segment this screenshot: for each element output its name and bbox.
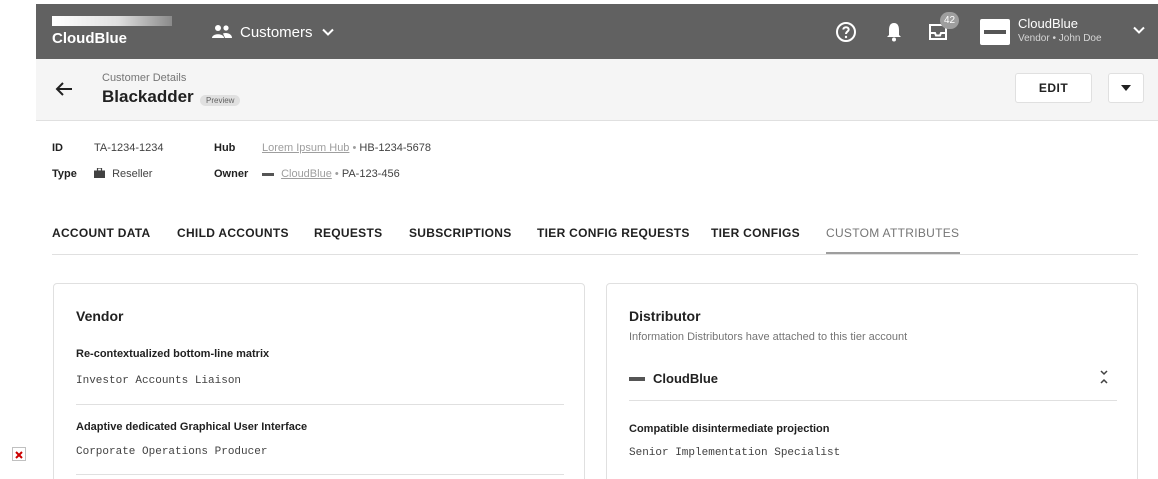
type-value-wrap: Reseller [94,167,153,180]
back-arrow-icon[interactable] [52,77,76,101]
divider [76,474,564,475]
distributor-row[interactable]: CloudBlue [629,368,1117,390]
tab-bar: ACCOUNT DATA CHILD ACCOUNTS REQUESTS SUB… [52,222,1138,255]
vendor-card: Vendor Re-contextualized bottom-line mat… [53,283,585,479]
unfold-less-icon[interactable] [1097,368,1111,386]
active-tab-indicator [826,252,960,254]
preview-badge: Preview [200,95,241,106]
attribute-value: Senior Implementation Specialist [629,447,841,459]
card-description: Information Distributors have attached t… [629,331,908,343]
customers-nav-menu[interactable]: Customers [212,19,335,45]
id-label: ID [52,142,63,154]
tab-child-accounts[interactable]: CHILD ACCOUNTS [177,226,289,240]
help-icon[interactable] [834,20,858,44]
distributor-card: Distributor Information Distributors hav… [606,283,1138,479]
chevron-down-icon [321,28,334,36]
separator: • [334,168,339,180]
inbox-badge: 42 [940,12,960,29]
top-navigation-bar: CloudBlue Customers 42 CloudBlue Vendor … [36,4,1158,59]
owner-info: CloudBlue • PA-123-456 [262,168,400,180]
close-icon [15,451,23,459]
tab-subscriptions[interactable]: SUBSCRIPTIONS [409,226,512,240]
attribute-name: Adaptive dedicated Graphical User Interf… [76,421,308,433]
account-name: CloudBlue [1018,16,1078,31]
distributor-logo [629,377,645,381]
broken-image-icon [12,447,26,461]
cloudblue-logo[interactable]: CloudBlue [52,16,172,47]
logo-text: CloudBlue [52,30,127,47]
page-header: Customer Details Blackadder Preview EDIT [36,59,1158,121]
tab-tier-config-requests[interactable]: TIER CONFIG REQUESTS [537,226,690,240]
account-logo [980,19,1010,45]
type-value: Reseller [112,168,153,180]
more-actions-button[interactable] [1108,73,1144,103]
divider [76,404,564,405]
hub-info: Lorem Ipsum Hub • HB-1234-5678 [262,142,431,154]
logo-gradient-bar [52,16,172,26]
chevron-down-icon [1133,26,1145,34]
tab-tier-configs[interactable]: TIER CONFIGS [711,226,800,240]
divider [629,400,1117,401]
owner-link[interactable]: CloudBlue [281,168,332,180]
account-role-user: Vendor • John Doe [1018,33,1102,44]
tab-custom-attributes[interactable]: CUSTOM ATTRIBUTES [826,226,959,240]
page-title: Blackadder [102,87,194,106]
tab-account-data[interactable]: ACCOUNT DATA [52,226,150,240]
caret-down-icon [1121,85,1131,91]
attribute-name: Re-contextualized bottom-line matrix [76,348,270,360]
distributor-name: CloudBlue [653,371,718,386]
attribute-value: Investor Accounts Liaison [76,375,242,387]
hub-link[interactable]: Lorem Ipsum Hub [262,142,349,154]
attribute-name: Compatible disintermediate projection [629,423,830,435]
owner-logo [262,172,274,176]
owner-id: PA-123-456 [341,168,400,180]
app-frame: CloudBlue Customers 42 CloudBlue Vendor … [36,4,1158,479]
attribute-value: Corporate Operations Producer [76,446,268,458]
nav-menu-label: Customers [240,23,313,41]
card-title: Vendor [76,308,124,324]
tab-requests[interactable]: REQUESTS [314,226,382,240]
id-value: TA-1234-1234 [94,142,164,154]
hub-id: HB-1234-5678 [359,142,431,154]
card-title: Distributor [629,308,701,324]
breadcrumb: Customer Details [102,72,187,84]
people-icon [212,25,232,38]
owner-label: Owner [214,168,249,180]
edit-button[interactable]: EDIT [1015,73,1092,103]
inbox-button[interactable]: 42 [926,12,960,44]
briefcase-icon [94,167,105,178]
hub-label: Hub [214,142,236,154]
type-label: Type [52,168,77,180]
bell-icon[interactable] [882,20,906,44]
separator: • [352,142,357,154]
account-switcher[interactable]: CloudBlue Vendor • John Doe [980,13,1150,51]
